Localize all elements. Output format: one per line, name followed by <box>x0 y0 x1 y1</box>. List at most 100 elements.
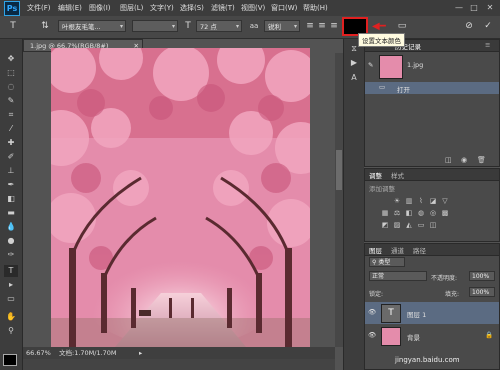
commit-icon[interactable]: ✓ <box>481 19 495 34</box>
color-balance-icon[interactable]: ⚖ <box>393 209 401 217</box>
history-brush-tool-icon[interactable]: ✒ <box>4 179 18 191</box>
menu-type[interactable]: 文字(Y) <box>150 3 174 13</box>
brightness-icon[interactable]: ☀ <box>393 197 401 205</box>
menu-help[interactable]: 帮助(H) <box>303 3 328 13</box>
layers-panel: 图层 通道 路径 ⚲ 类型 正常 不透明度: 100% 锁定: 填充: 100%… <box>364 243 500 370</box>
invert-icon[interactable]: ◩ <box>381 221 389 229</box>
tab-adjustments[interactable]: 调整 <box>369 170 382 180</box>
vertical-scrollbar-thumb[interactable] <box>336 150 342 190</box>
menu-layer[interactable]: 图层(L) <box>120 3 143 13</box>
history-item-label: 打开 <box>397 86 410 94</box>
eye-icon[interactable]: 👁 <box>368 331 376 339</box>
menu-edit[interactable]: 编辑(E) <box>58 3 82 13</box>
vibrance-icon[interactable]: ▽ <box>441 197 449 205</box>
layer-row[interactable]: 👁 T 图层 1 <box>365 302 499 324</box>
status-bar: 66.67% 文档:1.70M/1.70M ▸ <box>23 347 335 359</box>
actions-panel-icon[interactable]: ▶ <box>347 57 361 69</box>
eye-icon[interactable]: 👁 <box>368 308 376 316</box>
color-lookup-icon[interactable]: ▩ <box>441 209 449 217</box>
photo-filter-icon[interactable]: ◍ <box>417 209 425 217</box>
menu-view[interactable]: 视图(V) <box>241 3 265 13</box>
font-family-select[interactable]: 叶根友毛笔... ▾ <box>58 20 126 32</box>
canvas-image[interactable] <box>51 48 310 347</box>
doc-info[interactable]: 文档:1.70M/1.70M <box>59 347 117 359</box>
foreground-color-swatch[interactable] <box>3 354 17 366</box>
arrow-left-icon: ◀━ <box>372 21 386 32</box>
opacity-input[interactable]: 100% <box>469 271 495 281</box>
brush-tool-icon[interactable]: ✐ <box>4 151 18 163</box>
curves-icon[interactable]: ⌇ <box>417 197 425 205</box>
blur-tool-icon[interactable]: 💧 <box>4 221 18 233</box>
tab-layers[interactable]: 图层 <box>369 245 382 255</box>
posterize-icon[interactable]: ▨ <box>393 221 401 229</box>
opacity-label: 不透明度: <box>431 275 458 282</box>
vertical-scrollbar[interactable] <box>335 53 343 347</box>
marquee-tool-icon[interactable]: ⬚ <box>4 67 18 79</box>
crop-tool-icon[interactable]: ⌗ <box>4 109 18 121</box>
type-tool-icon[interactable]: T <box>4 265 18 277</box>
ps-logo: Ps <box>4 1 20 16</box>
black-white-icon[interactable]: ◧ <box>405 209 413 217</box>
healing-tool-icon[interactable]: ✚ <box>4 137 18 149</box>
font-size-select[interactable]: 72 点 ▾ <box>196 20 242 32</box>
eraser-tool-icon[interactable]: ◧ <box>4 193 18 205</box>
cancel-icon[interactable]: ⊘ <box>462 19 476 34</box>
path-select-tool-icon[interactable]: ▸ <box>4 279 18 291</box>
threshold-icon[interactable]: ◭ <box>405 221 413 229</box>
font-style-select[interactable]: ▾ <box>132 20 178 32</box>
move-tool-icon[interactable]: ✥ <box>4 53 18 65</box>
exposure-icon[interactable]: ◪ <box>429 197 437 205</box>
character-panel-icon[interactable]: A <box>347 72 361 84</box>
blend-mode-select[interactable]: 正常 <box>369 271 427 281</box>
selective-color-icon[interactable]: ◫ <box>429 221 437 229</box>
layer-filter-select[interactable]: ⚲ 类型 <box>369 257 405 267</box>
maximize-button[interactable]: □ <box>467 2 481 13</box>
hand-tool-icon[interactable]: ✋ <box>4 311 18 323</box>
layer-row[interactable]: 👁 背景 🔒 <box>365 325 499 347</box>
dodge-tool-icon[interactable]: ● <box>4 235 18 247</box>
text-orientation-icon[interactable]: ⇅ <box>38 19 52 34</box>
minimize-button[interactable]: — <box>452 2 466 13</box>
history-snapshot[interactable]: ✎ 1.jpg <box>365 53 499 81</box>
zoom-level[interactable]: 66.67% <box>26 347 51 359</box>
menu-image[interactable]: 图像(I) <box>89 3 111 13</box>
adjustments-tabs: 调整 样式 <box>365 169 499 181</box>
lasso-tool-icon[interactable]: ◌ <box>4 81 18 93</box>
hue-saturation-icon[interactable]: ▦ <box>381 209 389 217</box>
fill-input[interactable]: 100% <box>469 287 495 297</box>
chevron-down-icon: ▾ <box>119 23 123 30</box>
antialias-select[interactable]: 锐利 ▾ <box>264 20 300 32</box>
horizontal-scrollbar[interactable] <box>23 359 335 370</box>
font-size-icon: T <box>185 21 191 31</box>
gradient-map-icon[interactable]: ▭ <box>417 221 425 229</box>
fill-value: 100% <box>472 289 490 296</box>
trash-icon[interactable]: 🗑 <box>477 156 486 164</box>
menu-filter[interactable]: 滤镜(T) <box>211 3 235 13</box>
levels-icon[interactable]: ▥ <box>405 197 413 205</box>
clone-stamp-tool-icon[interactable]: ⊥ <box>4 165 18 177</box>
font-family-value: 叶根友毛笔... <box>62 23 101 31</box>
menu-file[interactable]: 文件(F) <box>27 3 51 13</box>
zoom-tool-icon[interactable]: ⚲ <box>4 325 18 337</box>
eyedropper-tool-icon[interactable]: ⁄ <box>4 123 18 135</box>
tab-styles[interactable]: 样式 <box>391 170 404 180</box>
chevron-right-icon[interactable]: ▸ <box>139 347 142 359</box>
antialias-icon: aa <box>249 22 259 30</box>
panel-menu-icon[interactable]: ≡ <box>485 41 490 49</box>
camera-icon[interactable]: ◉ <box>461 156 467 164</box>
gradient-tool-icon[interactable]: ▬ <box>4 207 18 219</box>
character-panel-icon[interactable]: ▭ <box>395 19 409 34</box>
type-tool-icon[interactable]: T <box>6 19 20 34</box>
quick-select-tool-icon[interactable]: ✎ <box>4 95 18 107</box>
pen-tool-icon[interactable]: ✑ <box>4 249 18 261</box>
tab-channels[interactable]: 通道 <box>391 245 404 255</box>
shape-tool-icon[interactable]: ▭ <box>4 293 18 305</box>
tab-paths[interactable]: 路径 <box>413 245 426 255</box>
history-item[interactable]: ▭ 打开 <box>365 82 499 94</box>
new-snapshot-icon[interactable]: ◫ <box>445 156 452 164</box>
close-button[interactable]: ✕ <box>483 2 497 13</box>
channel-mixer-icon[interactable]: ◎ <box>429 209 437 217</box>
align-right-icon[interactable]: ≡ <box>327 19 341 34</box>
menu-window[interactable]: 窗口(W) <box>271 3 297 13</box>
menu-select[interactable]: 选择(S) <box>180 3 204 13</box>
